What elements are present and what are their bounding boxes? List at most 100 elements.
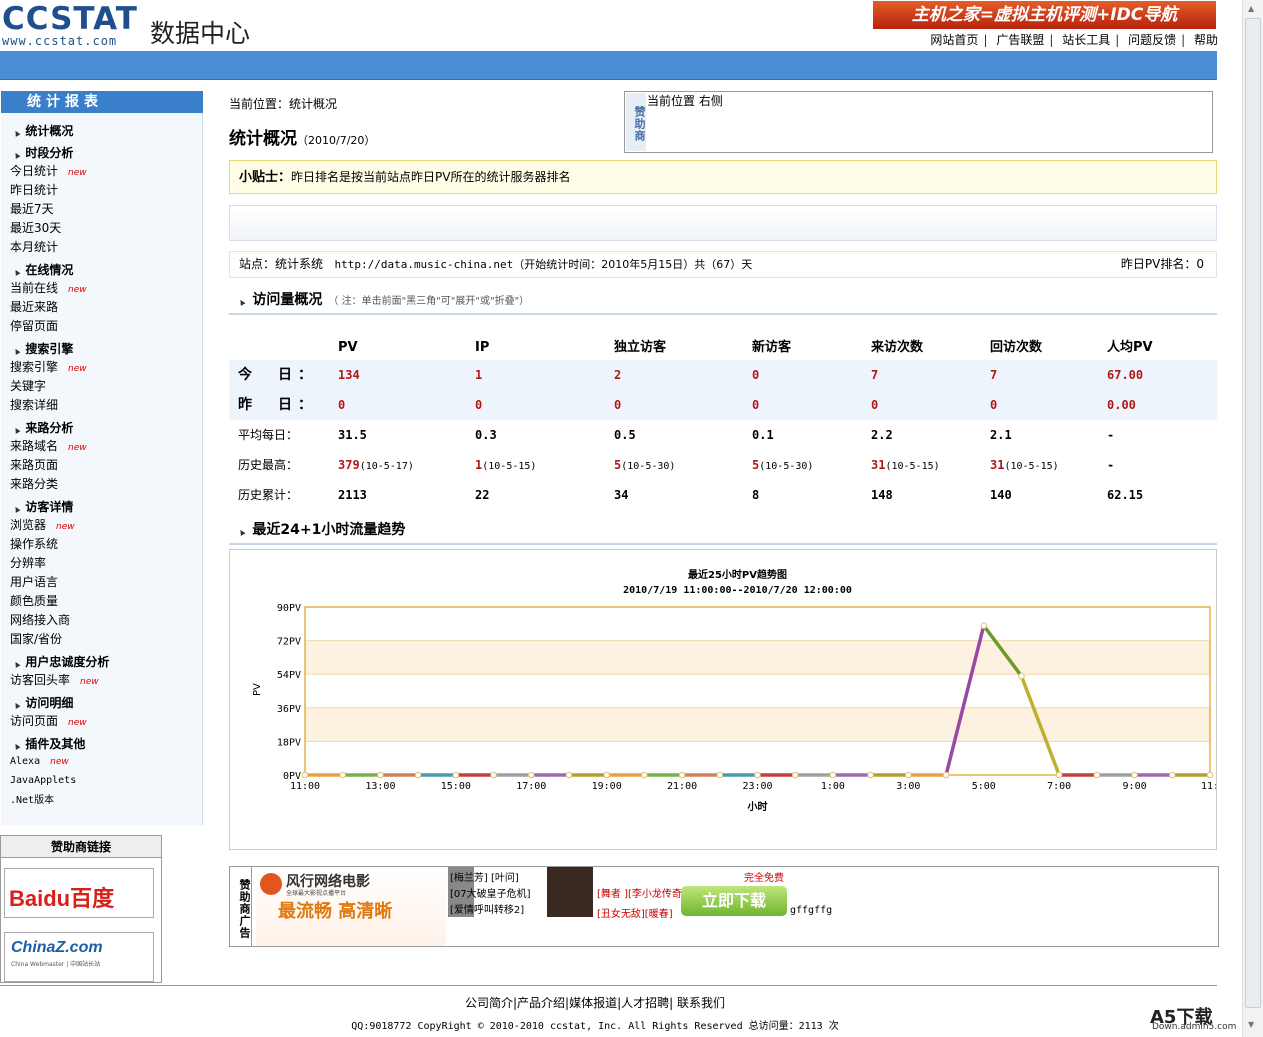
- baidu-logo[interactable]: Baidu百度: [4, 868, 154, 918]
- movie-link[interactable]: [07大破皇子危机]: [450, 887, 531, 903]
- stat-cell: 0: [614, 390, 621, 420]
- chinaz-logo[interactable]: ChinaZ.com China Webmaster | 中国站长站: [4, 932, 154, 982]
- sidebar-item[interactable]: 用户语言: [10, 573, 58, 590]
- nav-home[interactable]: 网站首页: [930, 33, 978, 47]
- sidebar-item[interactable]: 当前在线 new: [10, 279, 87, 296]
- nav-feedback[interactable]: 问题反馈: [1128, 33, 1176, 47]
- x-tick-label: 23:00: [742, 781, 772, 792]
- sidebar-group-7[interactable]: 访问明细: [14, 694, 73, 711]
- sidebar-group-2[interactable]: 在线情况: [14, 261, 73, 278]
- top-ad-banner[interactable]: 主机之家=虚拟主机评测+IDC导航: [873, 1, 1216, 29]
- sidebar-item[interactable]: 搜索引擎 new: [10, 358, 87, 375]
- stat-cell: 140: [990, 480, 1012, 510]
- stat-value: 0: [614, 398, 622, 412]
- trend-section-header[interactable]: 最近24+1小时流量趋势: [229, 519, 1217, 545]
- nav-help[interactable]: 帮助: [1194, 33, 1218, 47]
- sidebar-item-label: 关键字: [10, 379, 47, 393]
- nav-ad-union[interactable]: 广告联盟: [996, 33, 1044, 47]
- sidebar-group-0[interactable]: 统计概况: [14, 122, 73, 139]
- x-tick-label: 11:: [1201, 781, 1216, 792]
- movie-link[interactable]: [舞者 ][李小龙传奇]: [597, 885, 686, 905]
- sidebar-item-label: 最近7天: [10, 202, 54, 216]
- data-point: [339, 771, 347, 779]
- fengxing-slogan: 最流畅 高清晰: [278, 901, 393, 922]
- scroll-up-icon[interactable]: ▲: [1248, 4, 1254, 13]
- sidebar-item-label: 网络接入商: [10, 613, 71, 627]
- sidebar-item[interactable]: 本月统计: [10, 238, 58, 255]
- sidebar-item[interactable]: 今日统计 new: [10, 162, 87, 179]
- sidebar-item[interactable]: 来路分类: [10, 475, 58, 492]
- sidebar-item-label: 访客回头率: [10, 673, 71, 687]
- footer-links[interactable]: 公司简介|产品介绍|媒体报道|人才招聘| 联系我们: [0, 994, 1190, 1011]
- sidebar-item[interactable]: 停留页面: [10, 317, 58, 334]
- sidebar-item[interactable]: 操作系统: [10, 535, 58, 552]
- sidebar-item-label: 搜索引擎: [10, 360, 59, 374]
- column-header: 来访次数: [871, 340, 924, 355]
- data-point: [678, 771, 686, 779]
- chart-subtitle: 2010/7/19 11:00:00--2010/7/20 12:00:00: [623, 585, 852, 596]
- sidebar-item[interactable]: 访问页面 new: [10, 712, 87, 729]
- stat-value: 2: [614, 368, 622, 382]
- sidebar-item[interactable]: 最近30天: [10, 219, 61, 236]
- site-url[interactable]: http://data.music-china.net: [334, 258, 513, 271]
- sidebar-group-6[interactable]: 用户忠诚度分析: [14, 653, 109, 670]
- scroll-thumb[interactable]: [1245, 18, 1261, 1008]
- overview-section-header[interactable]: 访问量概况 （ 注：单击前面"黑三角"可"展开"或"折叠"）: [229, 289, 1217, 315]
- sidebar-item[interactable]: 最近7天: [10, 200, 54, 217]
- stat-value: 2.2: [871, 428, 893, 442]
- sidebar-group-5[interactable]: 访客详情: [14, 498, 73, 515]
- site-label: 站点：统计系统: [239, 257, 324, 271]
- movie-link[interactable]: [爱情呼叫转移2]: [450, 903, 531, 919]
- sidebar-group-1[interactable]: 时段分析: [14, 144, 73, 161]
- sidebar-group-4[interactable]: 来路分析: [14, 419, 73, 436]
- new-badge: new: [50, 757, 69, 767]
- sidebar-item[interactable]: 网络接入商: [10, 611, 70, 628]
- sidebar-item-label: 今日统计: [10, 164, 59, 178]
- fengxing-ad[interactable]: 风行网络电影 全球最大影视点播平台 最流畅 高清晰: [256, 867, 446, 946]
- scroll-down-icon[interactable]: ▼: [1248, 1020, 1254, 1029]
- movie-link[interactable]: [丑女无敌][暖春]: [597, 905, 686, 925]
- sidebar-item[interactable]: 搜索详细: [10, 396, 58, 413]
- vertical-scrollbar[interactable]: ▲ ▼: [1242, 0, 1263, 1037]
- tip-text: 昨日排名是按当前站点昨日PV所在的统计服务器排名: [291, 170, 571, 184]
- bottom-sponsor-ad[interactable]: 赞助商广告 风行网络电影 全球最大影视点播平台 最流畅 高清晰 [梅兰芳] [叶…: [229, 866, 1219, 947]
- sidebar-item[interactable]: 来路页面: [10, 456, 58, 473]
- sidebar-item[interactable]: 最近来路: [10, 298, 58, 315]
- sidebar-item[interactable]: 来路域名 new: [10, 437, 87, 454]
- baidu-logo-text: Baidu百度: [9, 886, 115, 911]
- stat-value: 0.1: [752, 428, 774, 442]
- stat-value: 0: [338, 398, 346, 412]
- sidebar-item[interactable]: 关键字: [10, 377, 46, 394]
- stat-cell: 7: [990, 360, 997, 390]
- sidebar-group-3[interactable]: 搜索引擎: [14, 340, 73, 357]
- sidebar-item[interactable]: 分辨率: [10, 554, 46, 571]
- grid-band: [305, 707, 1210, 742]
- stat-value: 134: [338, 368, 360, 382]
- nav-tools[interactable]: 站长工具: [1062, 33, 1110, 47]
- chart-title: 最近25小时PV趋势图: [688, 568, 787, 581]
- chinaz-logo-sub: China Webmaster | 中国站长站: [11, 961, 101, 968]
- sidebar-item[interactable]: JavaApplets: [10, 772, 76, 786]
- sidebar-item[interactable]: 昨日统计: [10, 181, 58, 198]
- stat-value: 0.5: [614, 428, 636, 442]
- sidebar-item[interactable]: .Net版本: [10, 791, 54, 806]
- sidebar-item[interactable]: 国家/省份: [10, 630, 62, 647]
- sidebar-item[interactable]: Alexa new: [10, 753, 69, 767]
- download-button[interactable]: 立即下载: [681, 886, 787, 916]
- trend-chart-svg: 最近25小时PV趋势图 2010/7/19 11:00:00--2010/7/20…: [252, 568, 1219, 813]
- trend-chart: 最近25小时PV趋势图 2010/7/19 11:00:00--2010/7/20…: [229, 549, 1219, 850]
- sidebar-item-label: 操作系统: [10, 537, 59, 551]
- sidebar-item[interactable]: 颜色质量: [10, 592, 58, 609]
- stat-value: 379: [338, 458, 360, 472]
- footer-copyright: QQ:9018772 CopyRight © 2010-2010 ccstat,…: [351, 1021, 839, 1032]
- site-logo[interactable]: CCSTAT www.ccstat.com: [2, 3, 147, 47]
- stat-cell: 0: [752, 360, 759, 390]
- column-header: PV: [338, 340, 358, 355]
- sidebar-group-8[interactable]: 插件及其他: [14, 735, 85, 752]
- sidebar-item[interactable]: 访客回头率 new: [10, 671, 99, 688]
- movie-link[interactable]: [梅兰芳] [叶问]: [450, 871, 531, 887]
- data-point: [829, 771, 837, 779]
- sidebar-item[interactable]: 浏览器 new: [10, 516, 75, 533]
- sidebar-item-label: 本月统计: [10, 240, 59, 254]
- side-sponsor-box[interactable]: 赞助商 当前位置 右侧: [624, 91, 1213, 153]
